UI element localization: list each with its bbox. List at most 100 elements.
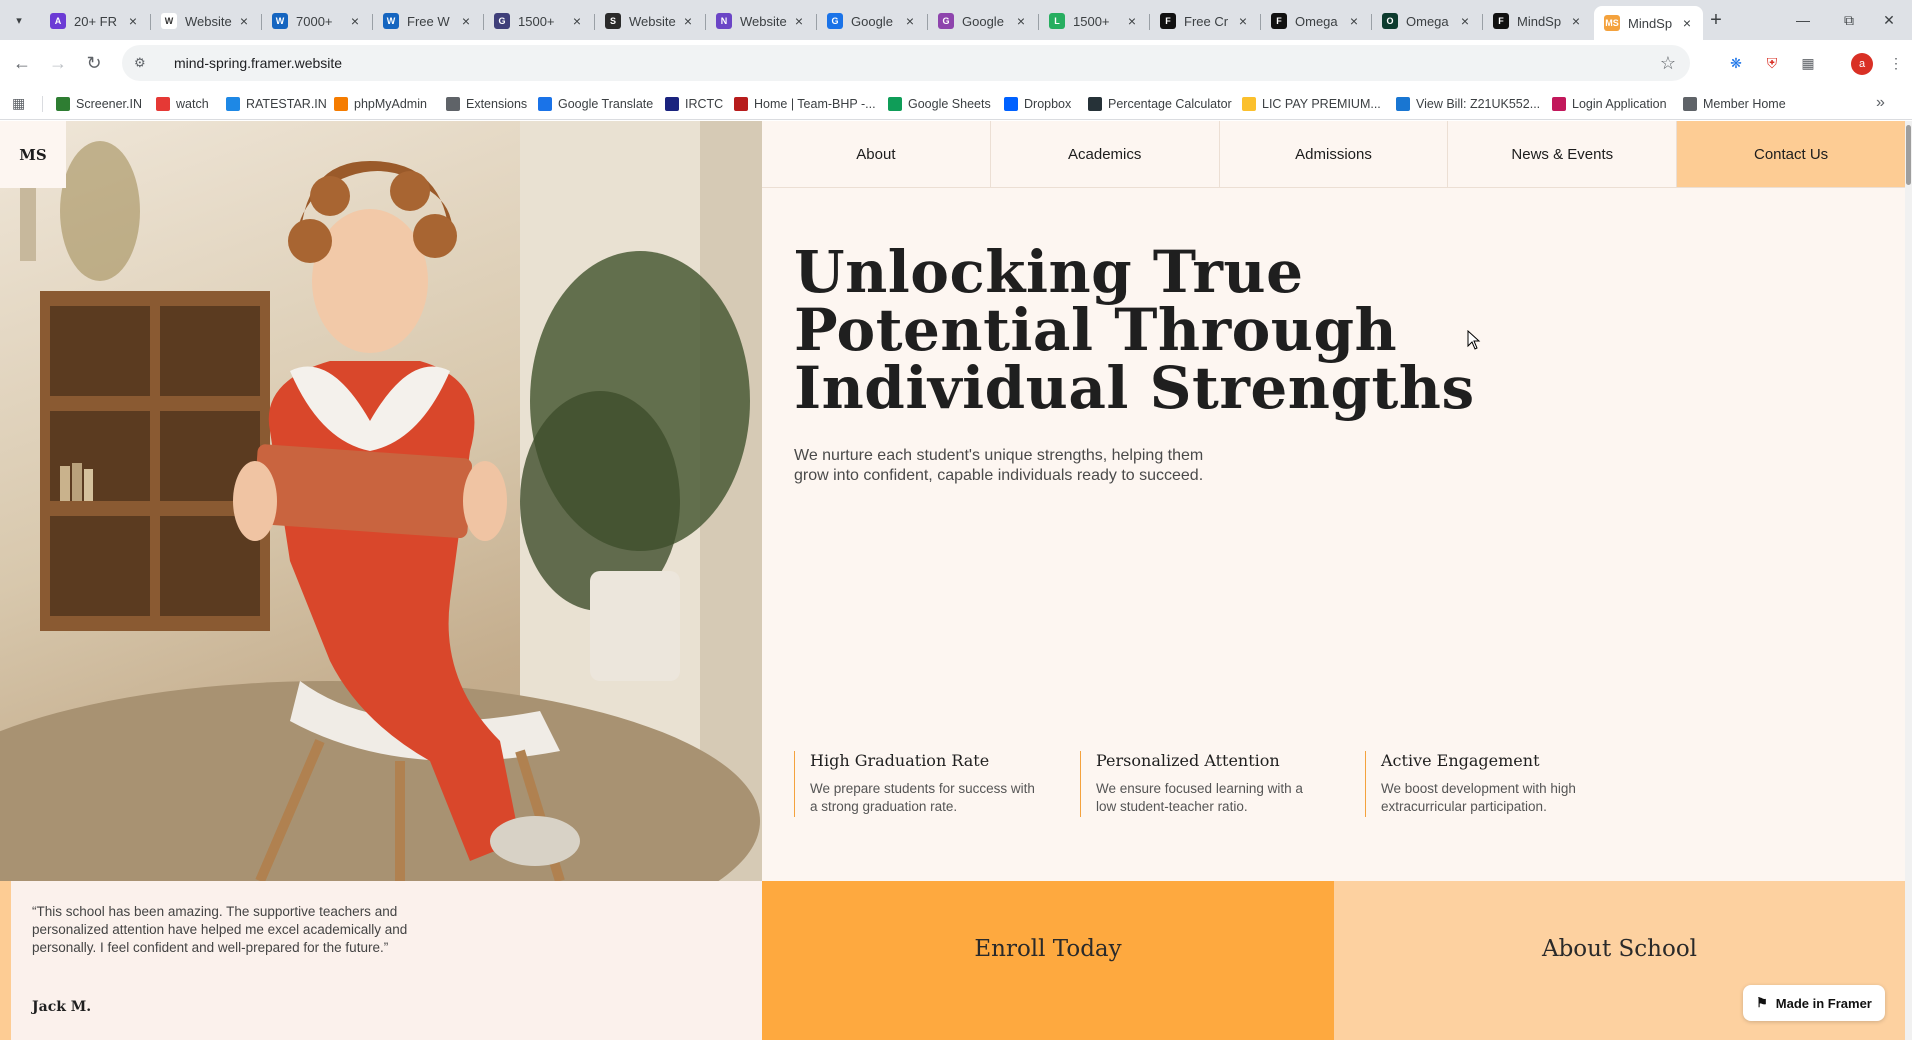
bookmark-star-icon[interactable]: ☆ xyxy=(1660,53,1676,74)
nav-academics[interactable]: Academics xyxy=(990,121,1220,187)
tab-close-icon[interactable]: × xyxy=(569,13,585,29)
bookmark-label: Screener.IN xyxy=(76,97,143,111)
bookmark-label: phpMyAdmin xyxy=(354,97,427,111)
tab-close-icon[interactable]: × xyxy=(1679,15,1695,31)
bookmark-item[interactable]: Member Home xyxy=(1683,94,1786,114)
tab-title: MindSp xyxy=(1517,13,1562,29)
bookmark-item[interactable]: Dropbox xyxy=(1004,94,1071,114)
bookmark-item[interactable]: watch xyxy=(156,94,209,114)
tab-favicon-icon: W xyxy=(272,13,288,29)
profile-avatar[interactable]: a xyxy=(1851,53,1873,75)
tab-close-icon[interactable]: × xyxy=(1568,13,1584,29)
browser-tab[interactable]: W Free W × xyxy=(373,6,482,36)
nav-about[interactable]: About xyxy=(762,121,991,187)
nav-admissions[interactable]: Admissions xyxy=(1219,121,1449,187)
reload-icon[interactable]: ↻ xyxy=(80,49,108,77)
apps-grid-icon[interactable]: ▦ xyxy=(12,95,28,111)
extensions-puzzle-icon[interactable]: ▦ xyxy=(1796,51,1820,75)
hero-title: Unlocking True Potential Through Individ… xyxy=(794,238,1475,422)
forward-arrow-icon[interactable]: → xyxy=(44,49,72,77)
tab-close-icon[interactable]: × xyxy=(680,13,696,29)
browser-tab[interactable]: O Omega × xyxy=(1372,6,1481,36)
bookmark-label: Google Translate xyxy=(558,97,654,111)
bookmark-item[interactable]: Screener.IN xyxy=(56,94,142,114)
browser-tab[interactable]: A 20+ FR × xyxy=(40,6,149,36)
browser-tab[interactable]: F Free Cr × xyxy=(1150,6,1259,36)
minimize-icon[interactable]: — xyxy=(1780,0,1826,40)
mouse-cursor-icon xyxy=(1467,330,1481,350)
feature-title: Personalized Attention xyxy=(1096,751,1280,770)
nav-contact-us[interactable]: Contact Us xyxy=(1677,121,1905,187)
bookmarks-divider xyxy=(42,96,43,112)
page-scrollbar[interactable] xyxy=(1905,121,1912,1040)
testimonial-author: Jack M. xyxy=(32,999,92,1015)
browser-tab[interactable]: MS MindSp × xyxy=(1594,6,1703,40)
site-settings-icon[interactable]: ⚙ xyxy=(134,55,154,71)
browser-tab[interactable]: G Google × xyxy=(817,6,926,36)
bookmark-favicon-icon xyxy=(334,97,348,111)
tab-close-icon[interactable]: × xyxy=(902,13,918,29)
bookmark-favicon-icon xyxy=(446,97,460,111)
bookmark-item[interactable]: phpMyAdmin xyxy=(334,94,427,114)
tab-close-icon[interactable]: × xyxy=(1235,13,1251,29)
browser-tab[interactable]: W Website × xyxy=(151,6,260,36)
bookmark-item[interactable]: RATESTAR.IN xyxy=(226,94,327,114)
tab-close-icon[interactable]: × xyxy=(1457,13,1473,29)
tab-favicon-icon: G xyxy=(494,13,510,29)
url-text[interactable]: mind-spring.framer.website xyxy=(174,55,342,71)
hero-subtitle: We nurture each student's unique strengt… xyxy=(794,447,1204,484)
tab-search-chevron-icon[interactable]: ▾ xyxy=(8,9,30,31)
back-arrow-icon[interactable]: ← xyxy=(8,49,36,77)
tab-close-icon[interactable]: × xyxy=(236,13,252,29)
bookmarks-bar: ▦ Screener.IN watch RATESTAR.IN phpMyAdmin E… xyxy=(0,86,1912,120)
browser-tab[interactable]: L 1500+ × xyxy=(1039,6,1148,36)
bookmark-item[interactable]: Extensions xyxy=(446,94,527,114)
tab-close-icon[interactable]: × xyxy=(125,13,141,29)
tab-close-icon[interactable]: × xyxy=(1013,13,1029,29)
extension-shield-icon[interactable]: ⛨ xyxy=(1760,51,1784,75)
new-tab-button[interactable]: + xyxy=(1705,9,1727,31)
made-in-framer-badge[interactable]: ⚑ Made in Framer xyxy=(1743,985,1885,1021)
browser-tab[interactable]: G Google × xyxy=(928,6,1037,36)
bookmark-item[interactable]: Login Application xyxy=(1552,94,1667,114)
testimonial-quote: “This school has been amazing. The suppo… xyxy=(32,904,408,955)
browser-tab[interactable]: W 7000+ × xyxy=(262,6,371,36)
browser-tab[interactable]: G 1500+ × xyxy=(484,6,593,36)
bookmark-item[interactable]: Google Sheets xyxy=(888,94,991,114)
browser-tab[interactable]: N Website × xyxy=(706,6,815,36)
bookmark-item[interactable]: Home | Team-BHP -... xyxy=(734,94,876,114)
tab-favicon-icon: W xyxy=(383,13,399,29)
bookmark-item[interactable]: Percentage Calculator xyxy=(1088,94,1232,114)
bookmark-item[interactable]: IRCTC xyxy=(665,94,723,114)
extension-globe-icon[interactable]: ❋ xyxy=(1724,51,1748,75)
browser-tab[interactable]: F MindSp × xyxy=(1483,6,1592,36)
tab-title: 20+ FR xyxy=(74,13,117,29)
more-bookmarks-chevron-icon[interactable]: » xyxy=(1876,94,1885,112)
bookmark-label: IRCTC xyxy=(685,97,724,111)
site-logo[interactable]: MS xyxy=(0,121,66,188)
browser-tab[interactable]: F Omega × xyxy=(1261,6,1370,36)
tab-close-icon[interactable]: × xyxy=(1346,13,1362,29)
bookmark-item[interactable]: Google Translate xyxy=(538,94,653,114)
tab-close-icon[interactable]: × xyxy=(458,13,474,29)
tab-title: Website xyxy=(185,13,232,29)
tab-title: Google xyxy=(851,13,893,29)
enroll-today-button[interactable]: Enroll Today xyxy=(762,881,1334,1040)
close-window-icon[interactable]: ✕ xyxy=(1866,0,1912,40)
tab-close-icon[interactable]: × xyxy=(791,13,807,29)
tab-favicon-icon: S xyxy=(605,13,621,29)
tab-close-icon[interactable]: × xyxy=(347,13,363,29)
scrollbar-thumb[interactable] xyxy=(1906,125,1911,185)
nav-news-events[interactable]: News & Events xyxy=(1448,121,1678,187)
bookmark-item[interactable]: View Bill: Z21UK552... xyxy=(1396,94,1540,114)
bookmark-item[interactable]: LIC PAY PREMIUM... xyxy=(1242,94,1381,114)
address-bar[interactable]: ⚙ mind-spring.framer.website ☆ xyxy=(122,45,1690,81)
tab-title: Website xyxy=(629,13,676,29)
browser-tab[interactable]: S Website × xyxy=(595,6,704,36)
tab-close-icon[interactable]: × xyxy=(1124,13,1140,29)
tab-title: 7000+ xyxy=(296,13,333,29)
browser-menu-icon[interactable]: ⋮ xyxy=(1884,51,1908,75)
tab-title: Google xyxy=(962,13,1004,29)
bookmark-favicon-icon xyxy=(1004,97,1018,111)
tab-title: 1500+ xyxy=(1073,13,1110,29)
